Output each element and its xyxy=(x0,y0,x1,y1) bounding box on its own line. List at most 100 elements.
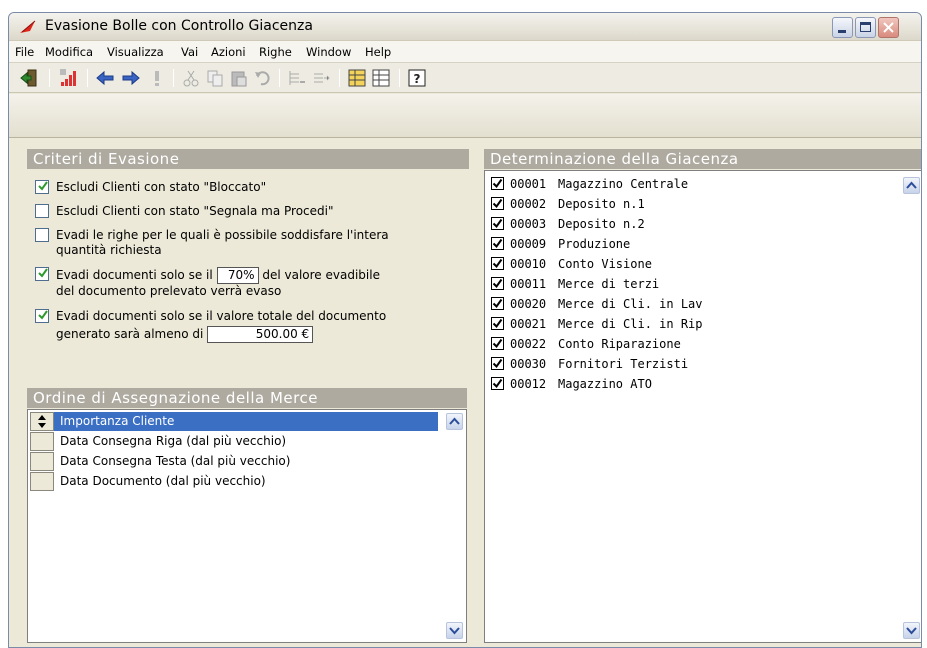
warehouse-code: 00002 xyxy=(510,197,547,211)
label-evadi-percentuale-after: del valore evadibile xyxy=(262,268,380,282)
warehouse-checkbox[interactable] xyxy=(491,297,504,310)
label-evadi-valore-before: generato sarà almeno di xyxy=(56,327,204,341)
list-item-consegna-riga[interactable]: Data Consegna Riga (dal più vecchio) xyxy=(30,432,438,451)
warehouse-checkbox[interactable] xyxy=(491,257,504,270)
label-evadi-percentuale-1: Evadi documenti solo se il 70% del valor… xyxy=(56,267,380,284)
list-item-consegna-testa[interactable]: Data Consegna Testa (dal più vecchio) xyxy=(30,452,438,471)
warehouse-name: Merce di Cli. in Lav xyxy=(558,297,703,311)
check-icon xyxy=(492,358,503,369)
exit-icon[interactable] xyxy=(19,68,39,88)
menu-window[interactable]: Window xyxy=(306,45,351,59)
checkbox-evadi-valore-totale[interactable] xyxy=(35,309,49,323)
toolbar-separator xyxy=(87,69,88,87)
checkbox-escludi-bloccato[interactable] xyxy=(35,180,49,194)
scroll-down-button[interactable] xyxy=(903,622,920,639)
warehouse-checkbox[interactable] xyxy=(491,197,504,210)
check-icon xyxy=(492,178,503,189)
warehouse-checkbox[interactable] xyxy=(491,337,504,350)
chevron-down-icon xyxy=(906,627,917,635)
warehouse-checkbox[interactable] xyxy=(491,217,504,230)
back-arrow-icon[interactable] xyxy=(95,68,115,88)
scroll-down-button[interactable] xyxy=(446,622,463,639)
check-icon xyxy=(492,318,503,329)
menu-help[interactable]: Help xyxy=(365,45,391,59)
warehouse-code: 00003 xyxy=(510,217,547,231)
warehouse-name: Magazzino ATO xyxy=(558,377,652,391)
menu-visualizza[interactable]: Visualizza xyxy=(107,45,164,59)
warehouse-code: 00021 xyxy=(510,317,547,331)
window-title: Evasione Bolle con Controllo Giacenza xyxy=(45,18,313,34)
check-icon xyxy=(38,310,48,320)
sort-handle[interactable] xyxy=(30,412,54,431)
sort-handle[interactable] xyxy=(30,452,54,471)
signal-icon[interactable] xyxy=(59,68,79,88)
warehouse-checkbox[interactable] xyxy=(491,377,504,390)
check-icon xyxy=(492,218,503,229)
forward-arrow-icon[interactable] xyxy=(121,68,141,88)
minimize-button[interactable] xyxy=(832,17,853,38)
check-icon xyxy=(492,198,503,209)
warehouse-checkbox[interactable] xyxy=(491,357,504,370)
grid-color-icon[interactable] xyxy=(347,68,367,88)
insert-row-icon[interactable] xyxy=(287,68,307,88)
label-escludi-bloccato: Escludi Clienti con stato "Bloccato" xyxy=(56,180,267,194)
minimize-icon xyxy=(838,30,846,33)
warehouse-checkbox[interactable] xyxy=(491,317,504,330)
checkbox-escludi-segnala[interactable] xyxy=(35,204,49,218)
chevron-up-icon xyxy=(449,417,460,425)
svg-text:?: ? xyxy=(414,72,421,86)
append-row-icon[interactable] xyxy=(311,68,331,88)
toolbar-separator xyxy=(399,69,400,87)
scroll-up-button[interactable] xyxy=(903,177,920,194)
label-escludi-segnala: Escludi Clienti con stato "Segnala ma Pr… xyxy=(56,204,334,218)
menu-azioni[interactable]: Azioni xyxy=(211,45,246,59)
warehouse-name: Merce di terzi xyxy=(558,277,660,291)
warehouse-checkbox[interactable] xyxy=(491,277,504,290)
warehouse-name: Deposito n.2 xyxy=(558,217,645,231)
scroll-up-button[interactable] xyxy=(446,413,463,430)
menu-file[interactable]: File xyxy=(15,45,34,59)
menu-modifica[interactable]: Modifica xyxy=(45,45,93,59)
app-window: Evasione Bolle con Controllo Giacenza Fi… xyxy=(8,12,922,648)
paste-icon[interactable] xyxy=(229,68,249,88)
checkbox-evadi-percentuale[interactable] xyxy=(35,267,49,281)
warehouse-name: Conto Visione xyxy=(558,257,652,271)
exclamation-icon[interactable] xyxy=(147,68,167,88)
close-button[interactable] xyxy=(878,17,899,38)
grid-icon[interactable] xyxy=(371,68,391,88)
percentuale-input[interactable]: 70% xyxy=(216,267,259,284)
giacenza-header: Determinazione della Giacenza xyxy=(484,149,921,169)
list-item-label: Data Consegna Riga (dal più vecchio) xyxy=(60,434,287,448)
valore-minimo-input[interactable]: 500.00 € xyxy=(207,326,314,343)
list-item-importanza[interactable]: Importanza Cliente xyxy=(30,412,438,431)
help-icon[interactable]: ? xyxy=(407,68,427,88)
warehouse-name: Merce di Cli. in Rip xyxy=(558,317,703,331)
undo-icon[interactable] xyxy=(253,68,273,88)
copy-icon[interactable] xyxy=(205,68,225,88)
label-evadi-righe-2: quantità richiesta xyxy=(56,243,162,257)
cut-icon[interactable] xyxy=(181,68,201,88)
menu-bar: File Modifica Visualizza Vai Azioni Righ… xyxy=(9,41,921,63)
warehouse-code: 00030 xyxy=(510,357,547,371)
check-icon xyxy=(492,278,503,289)
warehouse-code: 00020 xyxy=(510,297,547,311)
check-icon xyxy=(492,298,503,309)
list-item-data-documento[interactable]: Data Documento (dal più vecchio) xyxy=(30,472,438,491)
label-evadi-valore-totale-1: Evadi documenti solo se il valore totale… xyxy=(56,309,387,323)
list-item-label: Data Consegna Testa (dal più vecchio) xyxy=(60,454,291,468)
check-icon xyxy=(492,338,503,349)
ordine-list: Importanza Cliente Data Consegna Riga (d… xyxy=(27,409,467,643)
sort-handle[interactable] xyxy=(30,472,54,491)
sort-handle[interactable] xyxy=(30,432,54,451)
warehouse-checkbox[interactable] xyxy=(491,177,504,190)
menu-righe[interactable]: Righe xyxy=(259,45,292,59)
warehouse-name: Conto Riparazione xyxy=(558,337,681,351)
close-icon xyxy=(883,22,894,33)
maximize-button[interactable] xyxy=(855,17,876,38)
warehouse-checkbox[interactable] xyxy=(491,237,504,250)
check-icon xyxy=(492,258,503,269)
checkbox-evadi-righe[interactable] xyxy=(35,228,49,242)
menu-vai[interactable]: Vai xyxy=(181,45,198,59)
warehouse-code: 00009 xyxy=(510,237,547,251)
warehouse-name: Magazzino Centrale xyxy=(558,177,689,191)
